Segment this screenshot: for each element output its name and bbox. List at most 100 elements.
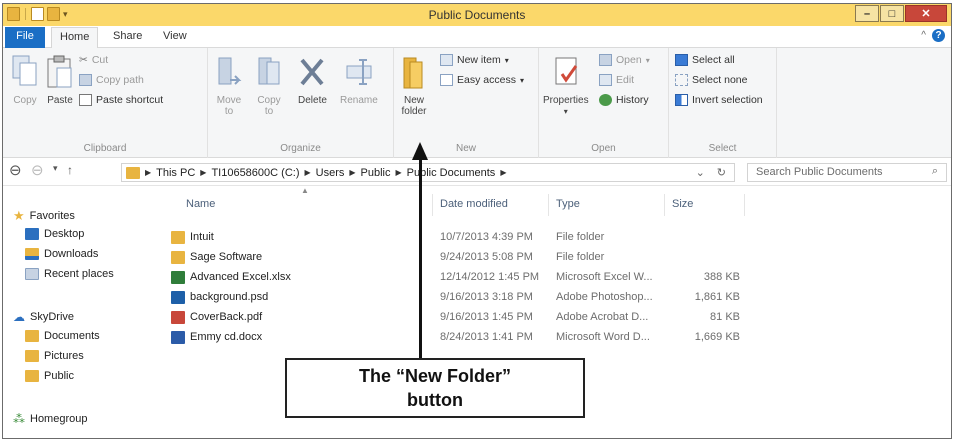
nav-recent-places[interactable]: Recent places <box>25 268 114 280</box>
edit-button[interactable]: Edit <box>599 74 634 86</box>
table-row[interactable]: background.psd 9/16/2013 3:18 PM Adobe Pho… <box>168 288 748 308</box>
refresh-icon[interactable]: ↻ <box>717 166 726 179</box>
copy-path-label: Copy path <box>96 74 144 86</box>
sort-ascending-icon: ▲ <box>301 186 309 195</box>
paste-icon <box>47 55 72 88</box>
history-button[interactable]: History <box>599 94 649 106</box>
file-type: Adobe Acrobat D... <box>556 311 649 323</box>
address-dropdown-icon[interactable]: ⌄ <box>696 166 705 179</box>
table-row[interactable]: Emmy cd.docx 8/24/2013 1:41 PM Microsoft W… <box>168 328 748 348</box>
minimize-button[interactable]: – <box>855 5 879 22</box>
back-button[interactable]: ⊖ <box>9 161 22 179</box>
column-header-name[interactable]: Name <box>186 198 215 210</box>
paste-button[interactable]: Paste <box>45 54 75 106</box>
copy-to-button[interactable]: Copy to <box>256 54 282 117</box>
recent-locations-icon[interactable]: ▾ <box>53 163 58 174</box>
new-folder-button[interactable]: New folder <box>400 54 428 117</box>
table-row[interactable]: Advanced Excel.xlsx 12/14/2012 1:45 PM Mic… <box>168 268 748 288</box>
easy-access-icon <box>440 74 453 86</box>
window-title: Public Documents <box>428 8 526 22</box>
easy-access-button[interactable]: Easy access ▾ <box>440 74 524 86</box>
column-header-type[interactable]: Type <box>556 198 580 210</box>
invert-selection-label: Invert selection <box>692 94 763 106</box>
copy-icon <box>12 55 37 86</box>
copy-path-button[interactable]: Copy path <box>79 74 144 86</box>
tab-view[interactable]: View <box>155 27 195 48</box>
copy-path-icon <box>79 74 92 86</box>
tab-right-controls: ^ ? <box>921 29 945 42</box>
nav-desktop[interactable]: Desktop <box>25 228 84 240</box>
open-group-label: Open <box>591 143 616 154</box>
rename-button[interactable]: Rename <box>340 54 378 106</box>
nav-homegroup[interactable]: ⁂ Homegroup <box>13 412 87 426</box>
nav-skydrive[interactable]: ☁ SkyDrive <box>13 310 74 324</box>
search-icon[interactable]: ⌕ <box>932 165 938 178</box>
nav-documents[interactable]: Documents <box>25 330 100 342</box>
breadcrumb-users[interactable]: Users <box>316 167 345 179</box>
new-item-dropdown-icon: ▾ <box>504 55 509 65</box>
maximize-button[interactable]: □ <box>880 5 904 22</box>
table-row[interactable]: Intuit 10/7/2013 4:39 PM File folder <box>168 228 748 248</box>
column-header-size[interactable]: Size <box>672 198 693 210</box>
folder-icon <box>25 330 39 342</box>
file-type: File folder <box>556 251 605 263</box>
file-type: Adobe Photoshop... <box>556 291 653 303</box>
file-size: 388 KB <box>703 271 740 283</box>
paste-shortcut-button[interactable]: Paste shortcut <box>79 94 163 106</box>
column-header-date[interactable]: Date modified <box>440 198 508 210</box>
nav-public[interactable]: Public <box>25 370 74 382</box>
edit-icon <box>599 74 612 86</box>
select-all-icon <box>675 54 688 66</box>
nav-public-label: Public <box>44 370 74 382</box>
breadcrumb-drive[interactable]: TI10658600C (C:) <box>211 167 299 179</box>
select-all-button[interactable]: Select all <box>675 54 735 66</box>
cut-button[interactable]: ✂ Cut <box>79 54 108 66</box>
column-divider[interactable] <box>432 194 433 216</box>
address-bar[interactable]: ▶ This PC ▶ TI10658600C (C:) ▶ Users ▶ P… <box>121 163 735 182</box>
callout-line-2: button <box>407 390 463 410</box>
column-divider[interactable] <box>548 194 549 216</box>
properties-button[interactable]: Properties ▾ <box>543 54 589 117</box>
delete-button[interactable]: Delete <box>298 54 327 106</box>
breadcrumb-this-pc[interactable]: This PC <box>156 167 195 179</box>
nav-pictures[interactable]: Pictures <box>25 350 84 362</box>
move-to-button[interactable]: Move to <box>216 54 242 117</box>
file-type: File folder <box>556 231 605 243</box>
rename-icon <box>346 59 372 85</box>
new-item-icon <box>440 54 453 66</box>
file-date: 8/24/2013 1:41 PM <box>440 331 533 343</box>
desktop-icon <box>25 228 39 240</box>
select-none-button[interactable]: Select none <box>675 74 747 86</box>
nav-recent-places-label: Recent places <box>44 268 114 280</box>
help-icon[interactable]: ? <box>932 29 945 42</box>
file-type: Microsoft Word D... <box>556 331 650 343</box>
table-row[interactable]: Sage Software 9/24/2013 5:08 PM File folde… <box>168 248 748 268</box>
invert-selection-button[interactable]: Invert selection <box>675 94 763 106</box>
open-button[interactable]: Open ▾ <box>599 54 650 66</box>
nav-favorites[interactable]: ★ Favorites <box>13 208 75 224</box>
tab-file[interactable]: File <box>5 27 45 48</box>
forward-button[interactable]: ⊖ <box>31 161 44 179</box>
clipboard-group: Copy Paste ✂ Cut Copy path Paste shortcu… <box>3 48 208 158</box>
table-row[interactable]: CoverBack.pdf 9/16/2013 1:45 PM Adobe Acro… <box>168 308 748 328</box>
properties-dropdown-icon: ▾ <box>563 107 568 116</box>
file-name: Advanced Excel.xlsx <box>190 271 291 283</box>
new-item-button[interactable]: New item ▾ <box>440 54 509 66</box>
column-divider[interactable] <box>664 194 665 216</box>
up-button[interactable]: ↑ <box>67 163 73 177</box>
search-input[interactable]: Search Public Documents ⌕ <box>747 163 947 182</box>
select-none-label: Select none <box>692 74 748 86</box>
breadcrumb-public[interactable]: Public <box>361 167 391 179</box>
column-divider[interactable] <box>744 194 745 216</box>
ribbon-collapse-icon[interactable]: ^ <box>921 30 926 41</box>
pdf-file-icon <box>171 311 185 324</box>
navigation-pane: ★ Favorites Desktop Downloads Recent pla… <box>3 186 168 438</box>
tab-home[interactable]: Home <box>51 27 99 49</box>
tab-share[interactable]: Share <box>105 27 150 48</box>
copy-button[interactable]: Copy <box>11 54 39 106</box>
file-size: 1,669 KB <box>694 331 740 343</box>
open-group: Properties ▾ Open ▾ Edit History Open <box>539 48 669 158</box>
organize-group-label: Organize <box>280 143 321 154</box>
nav-downloads[interactable]: Downloads <box>25 248 98 260</box>
close-button[interactable]: ✕ <box>905 5 947 22</box>
